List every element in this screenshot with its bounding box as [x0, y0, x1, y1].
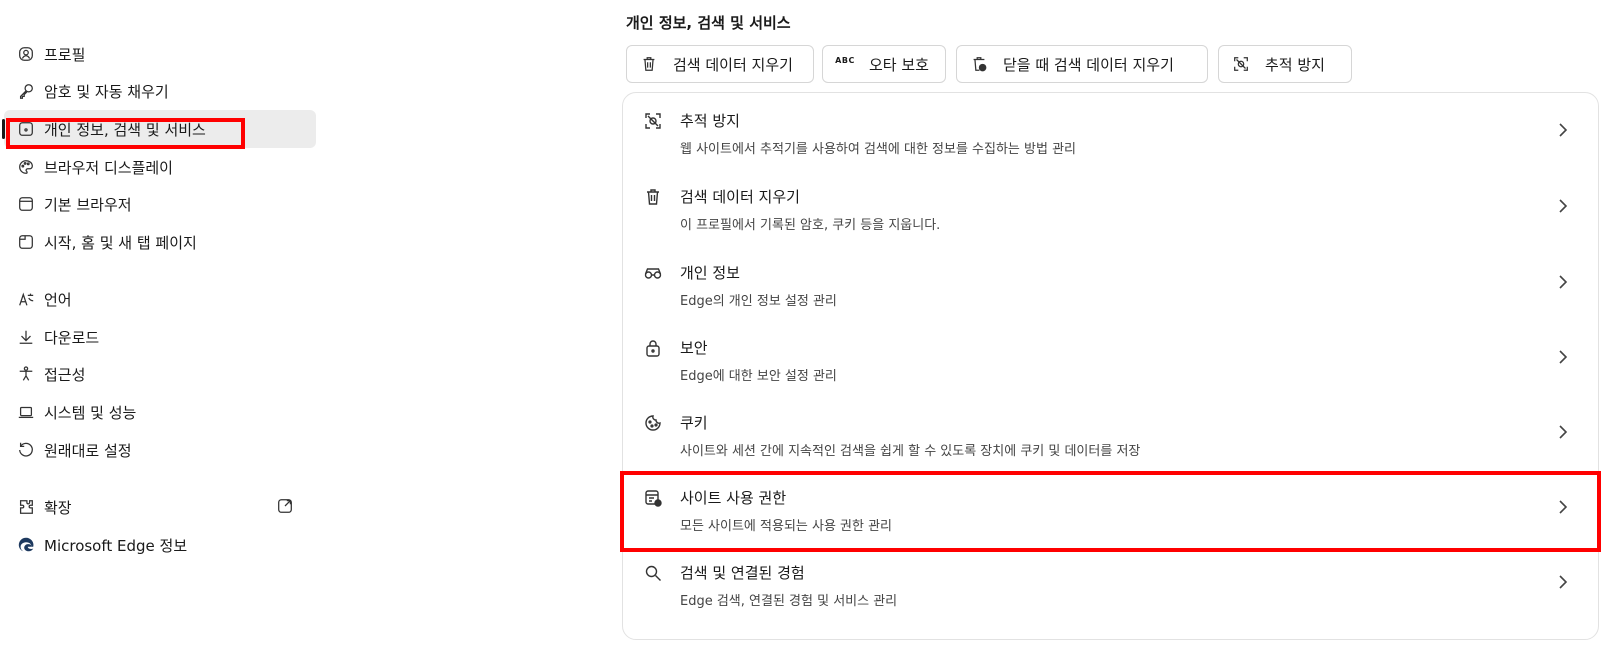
row-privacy[interactable]: 개인 정보 Edge의 개인 정보 설정 관리 [623, 245, 1598, 321]
chip-clear-on-close[interactable]: 닫을 때 검색 데이터 지우기 [956, 45, 1208, 83]
extensions-icon [16, 497, 36, 517]
chevron-right-icon [1556, 348, 1570, 366]
palette-icon [16, 157, 36, 177]
row-title: 쿠키 [680, 414, 708, 432]
row-security[interactable]: 보안 Edge에 대한 보안 설정 관리 [623, 320, 1598, 396]
row-title: 검색 데이터 지우기 [680, 188, 800, 206]
row-title: 개인 정보 [680, 264, 740, 282]
trash-icon [639, 54, 659, 74]
browser-icon [16, 194, 36, 214]
chevron-right-icon [1556, 121, 1570, 139]
chevron-right-icon [1556, 573, 1570, 591]
sidebar-item-label: 개인 정보, 검색 및 서비스 [44, 120, 206, 139]
privacy-lock-icon [16, 119, 36, 139]
row-title: 추적 방지 [680, 112, 740, 130]
row-title: 사이트 사용 권한 [680, 489, 787, 507]
sidebar-item-label: 접근성 [44, 365, 86, 384]
search-icon [643, 563, 665, 585]
row-cookies[interactable]: 쿠키 사이트와 세션 간에 지속적인 검색을 쉽게 할 수 있도록 장치에 쿠키… [623, 395, 1598, 471]
sidebar-item-label: 원래대로 설정 [44, 441, 132, 460]
row-description: 이 프로필에서 기록된 암호, 쿠키 등을 지웁니다. [680, 218, 941, 233]
tracking-prevention-icon [643, 111, 665, 133]
sidebar-item-about[interactable]: Microsoft Edge 정보 [4, 526, 316, 564]
chevron-right-icon [1556, 423, 1570, 441]
row-description: Edge 검색, 연결된 경험 및 서비스 관리 [680, 594, 898, 609]
sidebar-item-label: 암호 및 자동 채우기 [44, 82, 169, 101]
profile-icon [16, 44, 36, 64]
sidebar-item-default-browser[interactable]: 기본 브라우저 [4, 185, 316, 223]
spellcheck-icon: ABC [835, 55, 855, 65]
sidebar-item-privacy[interactable]: 개인 정보, 검색 및 서비스 [2, 110, 316, 148]
chevron-right-icon [1556, 498, 1570, 516]
sidebar-item-label: Microsoft Edge 정보 [44, 536, 188, 555]
trash-icon [643, 187, 665, 209]
chip-label: 오타 보호 [869, 55, 929, 74]
edge-logo-icon [16, 535, 36, 555]
chip-typo-protection[interactable]: ABC 오타 보호 [822, 45, 946, 83]
sidebar-item-extensions[interactable]: 확장 [4, 488, 316, 526]
home-tab-icon [16, 232, 36, 252]
row-search-connected[interactable]: 검색 및 연결된 경험 Edge 검색, 연결된 경험 및 서비스 관리 [623, 545, 1598, 621]
trash-clock-icon [969, 54, 989, 74]
glasses-icon [643, 263, 665, 285]
accessibility-icon [16, 364, 36, 384]
row-clear-browsing-data[interactable]: 검색 데이터 지우기 이 프로필에서 기록된 암호, 쿠키 등을 지웁니다. [623, 169, 1598, 245]
chip-clear-browsing-data[interactable]: 검색 데이터 지우기 [626, 45, 814, 83]
sidebar-item-label: 시작, 홈 및 새 탭 페이지 [44, 233, 197, 252]
language-icon [16, 289, 36, 309]
page-title: 개인 정보, 검색 및 서비스 [626, 14, 791, 32]
row-tracking-prevention[interactable]: 추적 방지 웹 사이트에서 추적기를 사용하여 검색에 대한 정보를 수집하는 … [623, 93, 1598, 169]
chevron-right-icon [1556, 273, 1570, 291]
chip-label: 검색 데이터 지우기 [673, 55, 793, 74]
sidebar-item-label: 확장 [44, 498, 72, 517]
sidebar-item-language[interactable]: 언어 [4, 280, 316, 318]
laptop-icon [16, 402, 36, 422]
sidebar-item-system[interactable]: 시스템 및 성능 [4, 393, 316, 431]
row-description: 사이트와 세션 간에 지속적인 검색을 쉽게 할 수 있도록 장치에 쿠키 및 … [680, 444, 1141, 459]
sidebar-item-label: 시스템 및 성능 [44, 403, 137, 422]
sidebar-item-profile[interactable]: 프로필 [4, 35, 316, 73]
chevron-right-icon [1556, 197, 1570, 215]
site-permissions-icon [643, 488, 665, 510]
row-description: Edge에 대한 보안 설정 관리 [680, 369, 837, 384]
sidebar-item-start-home[interactable]: 시작, 홈 및 새 탭 페이지 [4, 223, 316, 261]
sidebar-item-label: 언어 [44, 290, 72, 309]
chip-label: 추적 방지 [1265, 55, 1325, 74]
sidebar-item-reset[interactable]: 원래대로 설정 [4, 431, 316, 469]
row-title: 검색 및 연결된 경험 [680, 564, 805, 582]
row-site-permissions[interactable]: 사이트 사용 권한 모든 사이트에 적용되는 사용 권한 관리 [623, 470, 1598, 546]
key-icon [16, 81, 36, 101]
row-description: 웹 사이트에서 추적기를 사용하여 검색에 대한 정보를 수집하는 방법 관리 [680, 142, 1076, 157]
row-description: Edge의 개인 정보 설정 관리 [680, 294, 837, 309]
sidebar-item-accessibility[interactable]: 접근성 [4, 355, 316, 393]
sidebar-item-label: 다운로드 [44, 328, 100, 347]
settings-sidebar: 프로필 암호 및 자동 채우기 개인 정보, 검색 및 서비스 브라우저 디스플… [0, 0, 320, 647]
lock-icon [643, 338, 665, 360]
download-icon [16, 327, 36, 347]
tracking-prevention-icon [1231, 54, 1251, 74]
sidebar-item-label: 브라우저 디스플레이 [44, 158, 173, 177]
sidebar-item-display[interactable]: 브라우저 디스플레이 [4, 148, 316, 186]
external-link-icon[interactable] [276, 497, 296, 517]
chip-label: 닫을 때 검색 데이터 지우기 [1003, 55, 1174, 74]
sidebar-item-label: 기본 브라우저 [44, 195, 132, 214]
sidebar-item-passwords[interactable]: 암호 및 자동 채우기 [4, 72, 316, 110]
sidebar-item-downloads[interactable]: 다운로드 [4, 318, 316, 356]
sidebar-item-label: 프로필 [44, 45, 86, 64]
row-description: 모든 사이트에 적용되는 사용 권한 관리 [680, 519, 893, 534]
chip-tracking-prevention[interactable]: 추적 방지 [1218, 45, 1352, 83]
cookie-icon [643, 413, 665, 435]
reset-icon [16, 440, 36, 460]
settings-card: 추적 방지 웹 사이트에서 추적기를 사용하여 검색에 대한 정보를 수집하는 … [622, 92, 1599, 640]
row-title: 보안 [680, 339, 708, 357]
